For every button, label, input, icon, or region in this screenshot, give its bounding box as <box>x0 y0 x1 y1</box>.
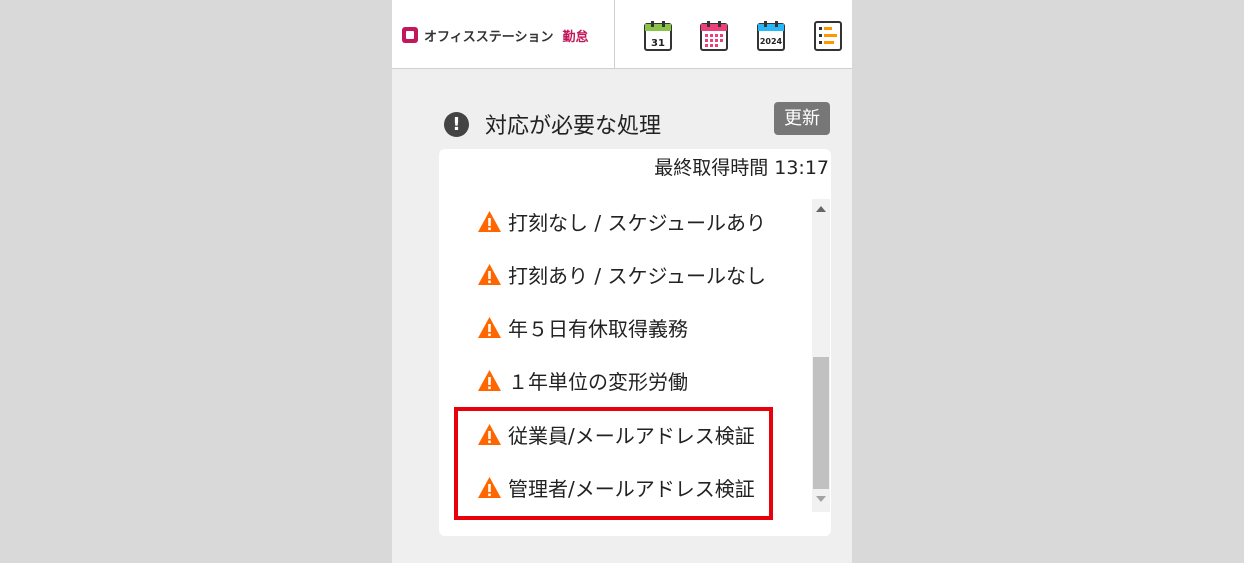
warning-icon <box>478 316 501 338</box>
scrollbar-thumb[interactable] <box>813 357 829 489</box>
scroll-up-icon[interactable] <box>816 206 826 212</box>
list-item-label: １年単位の変形労働 <box>508 369 688 394</box>
calendar-year-icon[interactable]: 2024 <box>756 20 786 52</box>
calendar-day-icon[interactable]: 31 <box>643 20 673 52</box>
warning-icon <box>478 210 501 232</box>
header-divider <box>614 0 615 68</box>
refresh-button[interactable]: 更新 <box>774 102 830 135</box>
exclamation-icon: ! <box>444 111 469 137</box>
calendar-year-number: 2024 <box>760 37 783 46</box>
list-item[interactable]: １年単位の変形労働 <box>477 365 688 395</box>
warning-icon <box>478 263 501 285</box>
calendar-month-icon[interactable] <box>699 20 729 52</box>
list-item-label: 打刻なし / スケジュールあり <box>508 210 767 235</box>
calendar-day-number: 31 <box>651 38 665 49</box>
list-schedule-icon[interactable] <box>813 20 843 52</box>
highlight-annotation <box>454 407 773 520</box>
app-logo[interactable]: オフィスステーション 勤怠 <box>402 24 589 46</box>
list-item[interactable]: 打刻なし / スケジュールあり <box>477 206 766 236</box>
scrollbar[interactable] <box>812 199 830 512</box>
app-header: オフィスステーション 勤怠 31 2024 <box>392 0 852 69</box>
section-header: ! 対応が必要な処理 <box>444 108 661 140</box>
list-item-label: 打刻あり / スケジュールなし <box>508 263 767 288</box>
scroll-down-icon[interactable] <box>816 496 826 502</box>
last-fetch-time: 最終取得時間 13:17 <box>654 157 829 179</box>
logo-accent: 勤怠 <box>562 29 589 45</box>
list-item[interactable]: 打刻あり / スケジュールなし <box>477 259 766 289</box>
logo-mark-icon <box>402 27 418 43</box>
list-item-label: 年５日有休取得義務 <box>508 316 688 341</box>
section-title: 対応が必要な処理 <box>485 114 662 139</box>
list-item[interactable]: 年５日有休取得義務 <box>477 312 688 342</box>
warning-icon <box>478 369 501 391</box>
logo-text: オフィスステーション <box>424 29 554 45</box>
